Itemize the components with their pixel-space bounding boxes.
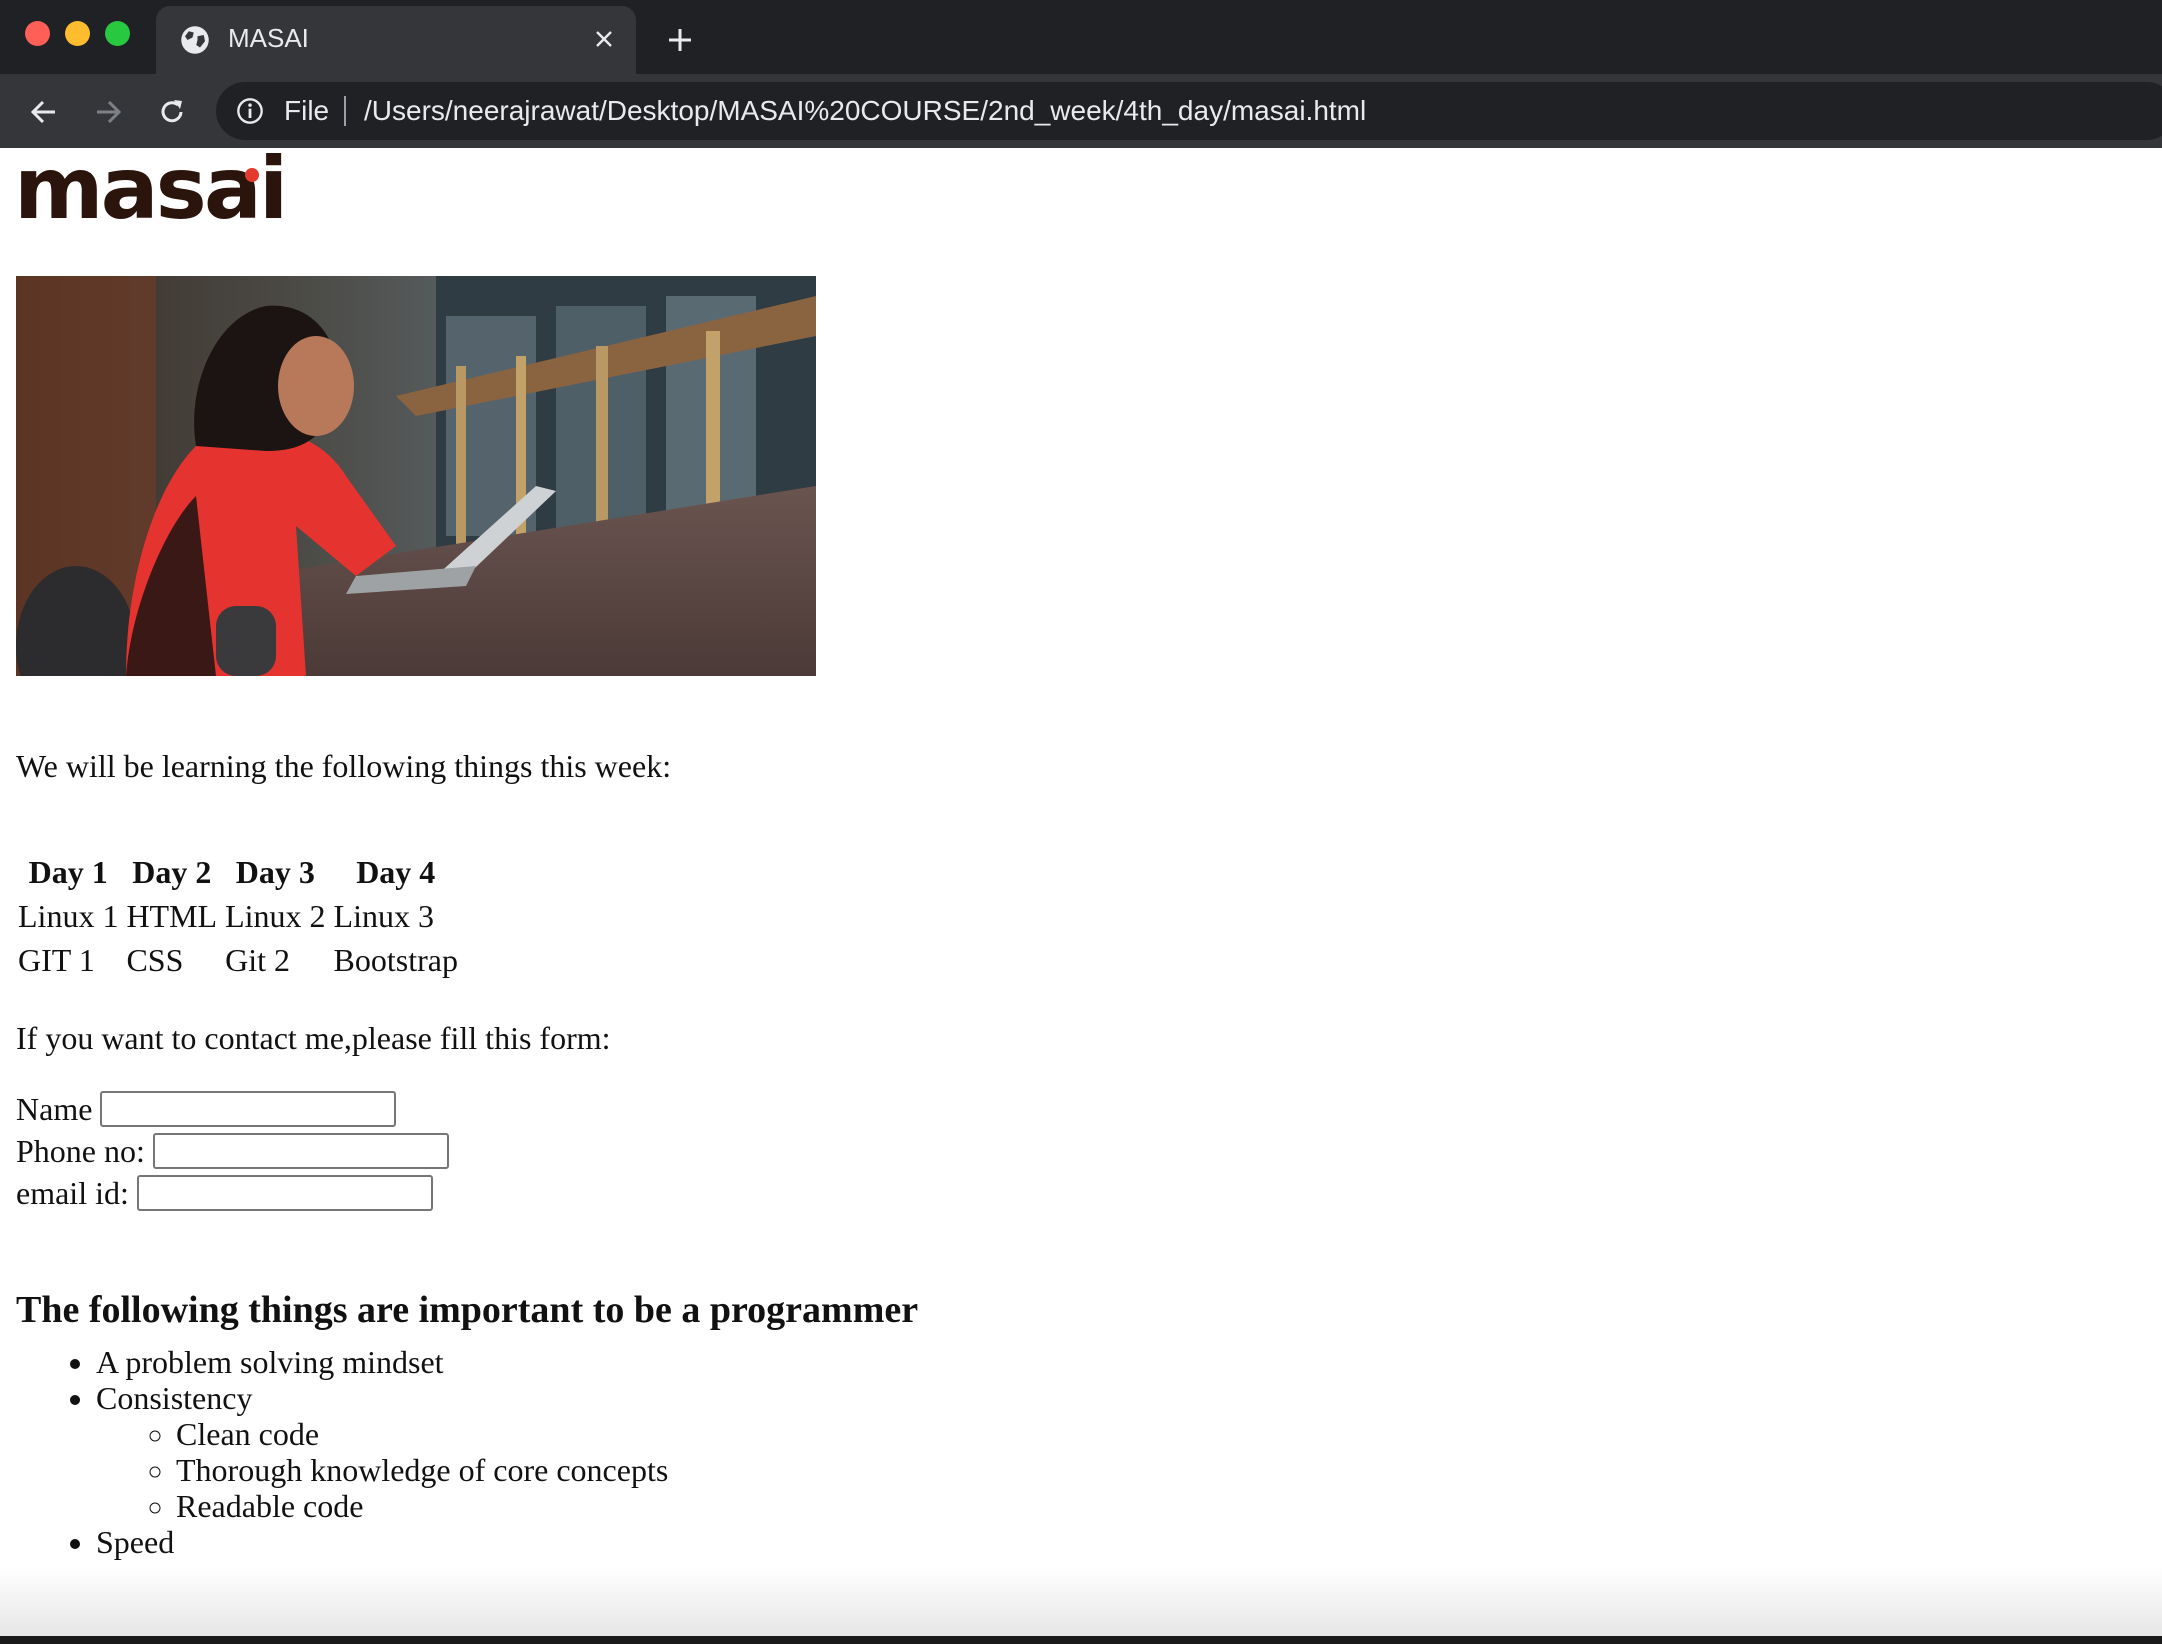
sub-list-item: Readable code bbox=[176, 1488, 668, 1524]
sub-list-item: Thorough knowledge of core concepts bbox=[176, 1452, 668, 1488]
bottom-fade bbox=[0, 1566, 2162, 1636]
list-item-text: Consistency bbox=[96, 1380, 253, 1416]
name-field[interactable] bbox=[100, 1091, 397, 1127]
close-window-button[interactable] bbox=[25, 21, 50, 46]
logo-dot bbox=[245, 168, 259, 182]
table-header-row: Day 1 Day 2 Day 3 Day 4 bbox=[16, 850, 460, 894]
table-header-cell: Day 2 bbox=[132, 853, 212, 890]
table-cell: Linux 2 bbox=[225, 897, 326, 934]
close-icon[interactable] bbox=[586, 21, 622, 57]
globe-icon bbox=[181, 26, 209, 54]
list-item-text: A problem solving mindset bbox=[96, 1344, 444, 1380]
table-header-cell: Day 3 bbox=[235, 853, 315, 890]
url-divider bbox=[344, 96, 346, 126]
reload-icon[interactable] bbox=[150, 90, 194, 134]
contact-text: If you want to contact me,please fill th… bbox=[16, 1020, 611, 1056]
hero-image bbox=[16, 276, 816, 676]
plus-icon[interactable] bbox=[660, 20, 700, 60]
url-scheme-label: File bbox=[284, 95, 330, 126]
back-arrow-icon[interactable] bbox=[22, 90, 66, 134]
contact-form: Name Phone no: email id: bbox=[16, 1088, 449, 1214]
table-cell: CSS bbox=[126, 941, 184, 978]
schedule-table: Day 1 Day 2 Day 3 Day 4 Linux 1 HTML Lin… bbox=[12, 850, 464, 982]
table-row: GIT 1 CSS Git 2 Bootstrap bbox=[16, 938, 460, 982]
active-tab[interactable]: MASAI bbox=[156, 6, 636, 74]
table-cell: Git 2 bbox=[225, 941, 290, 978]
phone-row: Phone no: bbox=[16, 1130, 449, 1172]
list-item: A problem solving mindset bbox=[96, 1344, 668, 1380]
list-item: Speed bbox=[96, 1524, 668, 1560]
tab-strip: MASAI bbox=[0, 0, 2162, 74]
info-icon[interactable] bbox=[236, 97, 264, 125]
list-item-text: Speed bbox=[96, 1524, 175, 1560]
maximize-window-button[interactable] bbox=[105, 21, 130, 46]
url-text[interactable]: /Users/neerajrawat/Desktop/MASAI%20COURS… bbox=[364, 95, 1366, 127]
address-bar[interactable]: File /Users/neerajrawat/Desktop/MASAI%20… bbox=[216, 82, 2162, 140]
table-header-cell: Day 1 bbox=[28, 853, 108, 890]
minimize-window-button[interactable] bbox=[65, 21, 90, 46]
consistency-sublist: Clean code Thorough knowledge of core co… bbox=[96, 1416, 668, 1524]
email-row: email id: bbox=[16, 1172, 449, 1214]
browser-toolbar: File /Users/neerajrawat/Desktop/MASAI%20… bbox=[0, 74, 2162, 148]
phone-label: Phone no: bbox=[16, 1132, 145, 1169]
skills-list: A problem solving mindset Consistency Cl… bbox=[16, 1344, 668, 1560]
name-label: Name bbox=[16, 1090, 93, 1127]
page-viewport: masai We will be learning the following … bbox=[0, 146, 2162, 1636]
table-cell: HTML bbox=[126, 897, 218, 934]
sub-list-item: Clean code bbox=[176, 1416, 668, 1452]
table-cell: GIT 1 bbox=[18, 941, 95, 978]
table-row: Linux 1 HTML Linux 2 Linux 3 bbox=[16, 894, 460, 938]
section-heading: The following things are important to be… bbox=[16, 1289, 919, 1331]
email-field[interactable] bbox=[136, 1175, 433, 1211]
table-header-cell: Day 4 bbox=[356, 853, 436, 890]
logo-wordmark: masai bbox=[14, 139, 288, 239]
table-cell: Linux 1 bbox=[18, 897, 119, 934]
phone-field[interactable] bbox=[152, 1133, 449, 1169]
masai-logo: masai bbox=[14, 146, 288, 232]
name-row: Name bbox=[16, 1088, 449, 1130]
list-item: Consistency Clean code Thorough knowledg… bbox=[96, 1380, 668, 1524]
table-cell: Bootstrap bbox=[333, 941, 458, 978]
email-label: email id: bbox=[16, 1174, 129, 1211]
window-bottom-edge bbox=[0, 1636, 2162, 1644]
intro-text: We will be learning the following things… bbox=[16, 748, 672, 784]
tab-title: MASAI bbox=[228, 23, 309, 53]
table-cell: Linux 3 bbox=[333, 897, 434, 934]
forward-arrow-icon[interactable] bbox=[86, 90, 130, 134]
browser-window: MASAI File /Users/neerajrawat/Desktop/MA… bbox=[0, 0, 2162, 1644]
